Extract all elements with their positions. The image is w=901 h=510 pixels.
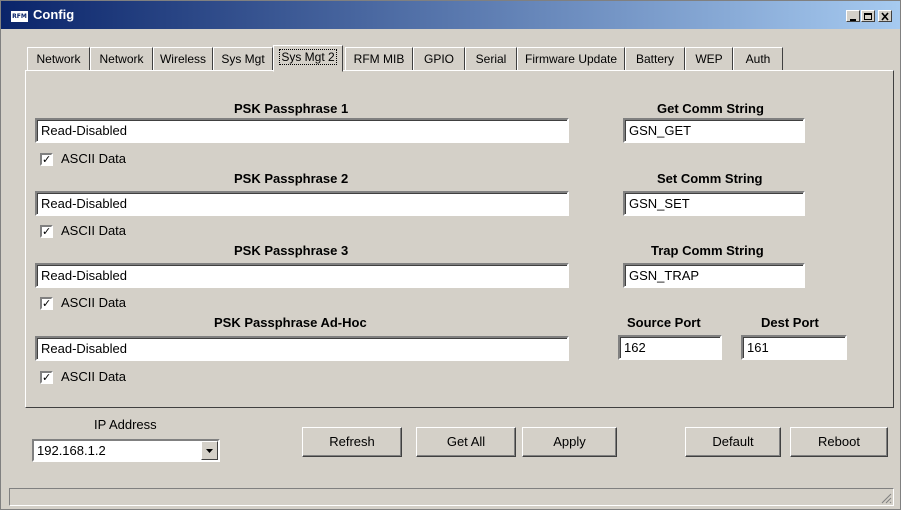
default-button[interactable]: Default [685, 427, 781, 457]
psk1-ascii-checkbox[interactable]: ✓ [40, 153, 53, 166]
tab-label: Sys Mgt 2 [279, 49, 337, 65]
tab-network-1[interactable]: Network [27, 47, 90, 71]
psk1-field[interactable]: Read-Disabled [35, 118, 569, 143]
tab-label: WEP [695, 52, 723, 66]
ip-address-select[interactable]: 192.168.1.2 [32, 439, 220, 462]
tab-label: Network [99, 52, 144, 66]
config-window: RFM Config Network Network Wireless Sys … [0, 0, 901, 510]
close-button[interactable] [878, 10, 892, 22]
psk-adhoc-ascii-label: ASCII Data [61, 369, 127, 384]
psk-adhoc-ascii-checkbox[interactable]: ✓ [40, 371, 53, 384]
tab-label: Firmware Update [524, 52, 618, 66]
trap-comm-label: Trap Comm String [651, 243, 764, 258]
get-comm-label: Get Comm String [657, 101, 764, 116]
tab-sys-mgt-2[interactable]: Sys Mgt 2 [273, 45, 343, 72]
title-bar[interactable]: RFM Config [1, 1, 900, 29]
psk-adhoc-label: PSK Passphrase Ad-Hoc [214, 315, 367, 330]
app-logo-icon: RFM [11, 11, 28, 22]
dropdown-arrow-button[interactable] [201, 441, 218, 460]
dest-port-field[interactable]: 161 [741, 335, 847, 360]
source-port-label: Source Port [627, 315, 701, 330]
tab-auth[interactable]: Auth [733, 47, 783, 71]
set-comm-field[interactable]: GSN_SET [623, 191, 805, 216]
set-comm-label: Set Comm String [657, 171, 763, 186]
psk3-label: PSK Passphrase 3 [234, 243, 349, 258]
psk-adhoc-field[interactable]: Read-Disabled [35, 336, 569, 361]
tab-sys-mgt[interactable]: Sys Mgt [213, 47, 273, 71]
close-icon [881, 12, 889, 21]
ip-address-value: 192.168.1.2 [37, 443, 106, 458]
ip-address-label: IP Address [94, 417, 157, 432]
dest-port-label: Dest Port [761, 315, 819, 330]
get-all-button[interactable]: Get All [416, 427, 516, 457]
tab-wep[interactable]: WEP [685, 47, 733, 71]
psk2-ascii-checkbox[interactable]: ✓ [40, 225, 53, 238]
resize-grip-icon[interactable] [880, 492, 892, 504]
tab-label: Network [36, 52, 81, 66]
psk1-ascii-label: ASCII Data [61, 151, 127, 166]
tab-rfm-mib[interactable]: RFM MIB [345, 47, 413, 71]
maximize-button[interactable] [861, 10, 875, 22]
chevron-down-icon [206, 449, 213, 453]
tab-gpio[interactable]: GPIO [413, 47, 465, 71]
source-port-field[interactable]: 162 [618, 335, 722, 360]
tab-serial[interactable]: Serial [465, 47, 517, 71]
tab-label: Auth [745, 52, 771, 66]
status-bar [9, 488, 894, 506]
tab-firmware-update[interactable]: Firmware Update [517, 47, 625, 71]
psk1-label: PSK Passphrase 1 [234, 101, 349, 116]
maximize-icon [864, 13, 872, 20]
tab-label: GPIO [423, 52, 454, 66]
psk2-label: PSK Passphrase 2 [234, 171, 349, 186]
psk3-ascii-label: ASCII Data [61, 295, 127, 310]
tab-wireless[interactable]: Wireless [153, 47, 213, 71]
apply-button[interactable]: Apply [522, 427, 617, 457]
psk2-field[interactable]: Read-Disabled [35, 191, 569, 216]
trap-comm-field[interactable]: GSN_TRAP [623, 263, 805, 288]
psk3-ascii-checkbox[interactable]: ✓ [40, 297, 53, 310]
tab-battery[interactable]: Battery [625, 47, 685, 71]
minimize-icon [850, 19, 856, 21]
psk2-ascii-label: ASCII Data [61, 223, 127, 238]
psk3-field[interactable]: Read-Disabled [35, 263, 569, 288]
refresh-button[interactable]: Refresh [302, 427, 402, 457]
tab-label: Wireless [159, 52, 206, 66]
tab-label: Serial [475, 52, 507, 66]
tab-label: Battery [635, 52, 674, 66]
reboot-button[interactable]: Reboot [790, 427, 888, 457]
minimize-button[interactable] [846, 10, 860, 22]
window-title: Config [33, 7, 75, 22]
tab-label: RFM MIB [353, 52, 405, 66]
get-comm-field[interactable]: GSN_GET [623, 118, 805, 143]
tab-network-2[interactable]: Network [90, 47, 153, 71]
tab-label: Sys Mgt [221, 52, 265, 66]
